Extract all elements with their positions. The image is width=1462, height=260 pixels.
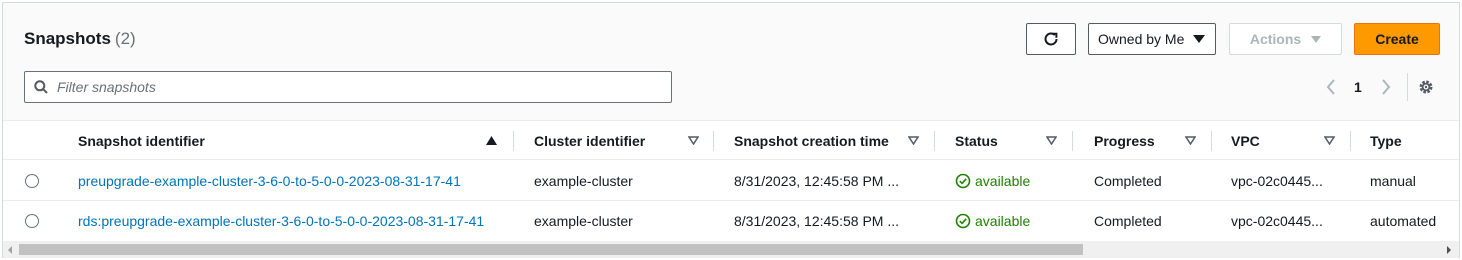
column-header-progress[interactable]: Progress <box>1094 122 1202 160</box>
status-cell: available <box>955 161 1030 201</box>
panel-header: Snapshots(2) Owned by Me Actions Create <box>3 3 1459 121</box>
vpc-cell: vpc-02c0445... <box>1231 213 1323 229</box>
sort-ascending-icon <box>486 136 497 145</box>
column-header-vpc[interactable]: VPC <box>1231 122 1341 160</box>
column-divider <box>934 131 935 151</box>
scroll-right-arrow-icon[interactable] <box>1447 246 1451 254</box>
row-select-radio[interactable] <box>25 174 39 188</box>
scrollbar-thumb[interactable] <box>19 244 1083 255</box>
creation-time-cell: 8/31/2023, 12:45:58 PM ... <box>734 213 900 229</box>
column-label: Progress <box>1094 133 1155 149</box>
sort-caret-icon <box>908 136 919 145</box>
column-divider <box>513 131 514 151</box>
column-divider <box>1211 131 1212 151</box>
vpc-cell: vpc-02c0445... <box>1231 173 1323 189</box>
column-header-status[interactable]: Status <box>955 122 1063 160</box>
column-divider <box>1350 131 1351 151</box>
page-title: Snapshots (2) <box>24 29 136 49</box>
search-input[interactable] <box>57 72 657 102</box>
table-header: Snapshot identifier Cluster identifier S… <box>3 122 1459 160</box>
check-circle-icon <box>955 213 971 229</box>
column-header-creation-time[interactable]: Snapshot creation time <box>734 122 926 160</box>
title-text: Snapshots <box>24 29 111 48</box>
owner-filter-select[interactable]: Owned by Me <box>1088 23 1216 55</box>
cluster-identifier-cell: example-cluster <box>534 173 633 189</box>
column-header-snapshot-identifier[interactable]: Snapshot identifier <box>78 122 498 160</box>
column-label: VPC <box>1231 133 1260 149</box>
progress-cell: Completed <box>1094 213 1162 229</box>
actions-label: Actions <box>1249 31 1302 47</box>
status-text: available <box>975 213 1031 229</box>
owner-filter-value: Owned by Me <box>1098 31 1185 47</box>
current-page[interactable]: 1 <box>1354 79 1362 95</box>
sort-caret-icon <box>1324 136 1335 145</box>
caret-down-icon <box>1311 35 1322 43</box>
previous-page-icon[interactable] <box>1325 79 1337 95</box>
column-label: Cluster identifier <box>534 133 646 149</box>
pager-divider <box>1407 73 1408 101</box>
sort-caret-icon <box>1185 136 1196 145</box>
create-button[interactable]: Create <box>1354 23 1440 55</box>
actions-button[interactable]: Actions <box>1229 23 1342 55</box>
snapshot-identifier-cell: rds:preupgrade-example-cluster-3-6-0-to-… <box>78 201 484 241</box>
table-row[interactable]: preupgrade-example-cluster-3-6-0-to-5-0-… <box>3 161 1459 201</box>
type-cell: automated <box>1370 213 1437 229</box>
row-select-radio[interactable] <box>25 214 39 228</box>
snapshot-identifier-cell: preupgrade-example-cluster-3-6-0-to-5-0-… <box>78 161 461 201</box>
gear-icon[interactable] <box>1417 78 1435 96</box>
column-divider <box>1072 131 1073 151</box>
snapshot-identifier-link[interactable]: preupgrade-example-cluster-3-6-0-to-5-0-… <box>78 173 461 189</box>
column-divider <box>713 131 714 151</box>
refresh-icon <box>1044 32 1058 46</box>
progress-cell: Completed <box>1094 173 1162 189</box>
status-cell: available <box>955 201 1030 241</box>
status-text: available <box>975 173 1031 189</box>
type-cell: manual <box>1370 173 1416 189</box>
creation-time-cell: 8/31/2023, 12:45:58 PM ... <box>734 173 900 189</box>
filter-box <box>24 71 672 103</box>
scroll-left-arrow-icon[interactable] <box>8 246 12 254</box>
column-header-cluster-identifier[interactable]: Cluster identifier <box>534 122 704 160</box>
column-label: Snapshot creation time <box>734 133 889 149</box>
check-circle-icon <box>955 173 971 189</box>
snapshot-count: (2) <box>114 29 136 48</box>
column-label: Snapshot identifier <box>78 133 205 149</box>
sort-caret-icon <box>688 136 699 145</box>
next-page-icon[interactable] <box>1380 79 1392 95</box>
horizontal-scrollbar[interactable] <box>3 241 1459 258</box>
refresh-button[interactable] <box>1026 23 1076 55</box>
caret-down-icon <box>1193 35 1205 43</box>
sort-caret-icon <box>1046 136 1057 145</box>
snapshots-panel: Snapshots(2) Owned by Me Actions Create <box>2 2 1460 258</box>
cluster-identifier-cell: example-cluster <box>534 213 633 229</box>
table-row[interactable]: rds:preupgrade-example-cluster-3-6-0-to-… <box>3 201 1459 241</box>
create-label: Create <box>1375 31 1419 47</box>
column-label: Type <box>1370 133 1402 149</box>
snapshot-identifier-link[interactable]: rds:preupgrade-example-cluster-3-6-0-to-… <box>78 213 484 229</box>
search-icon <box>34 80 48 94</box>
column-header-type[interactable]: Type <box>1370 122 1450 160</box>
column-label: Status <box>955 133 998 149</box>
